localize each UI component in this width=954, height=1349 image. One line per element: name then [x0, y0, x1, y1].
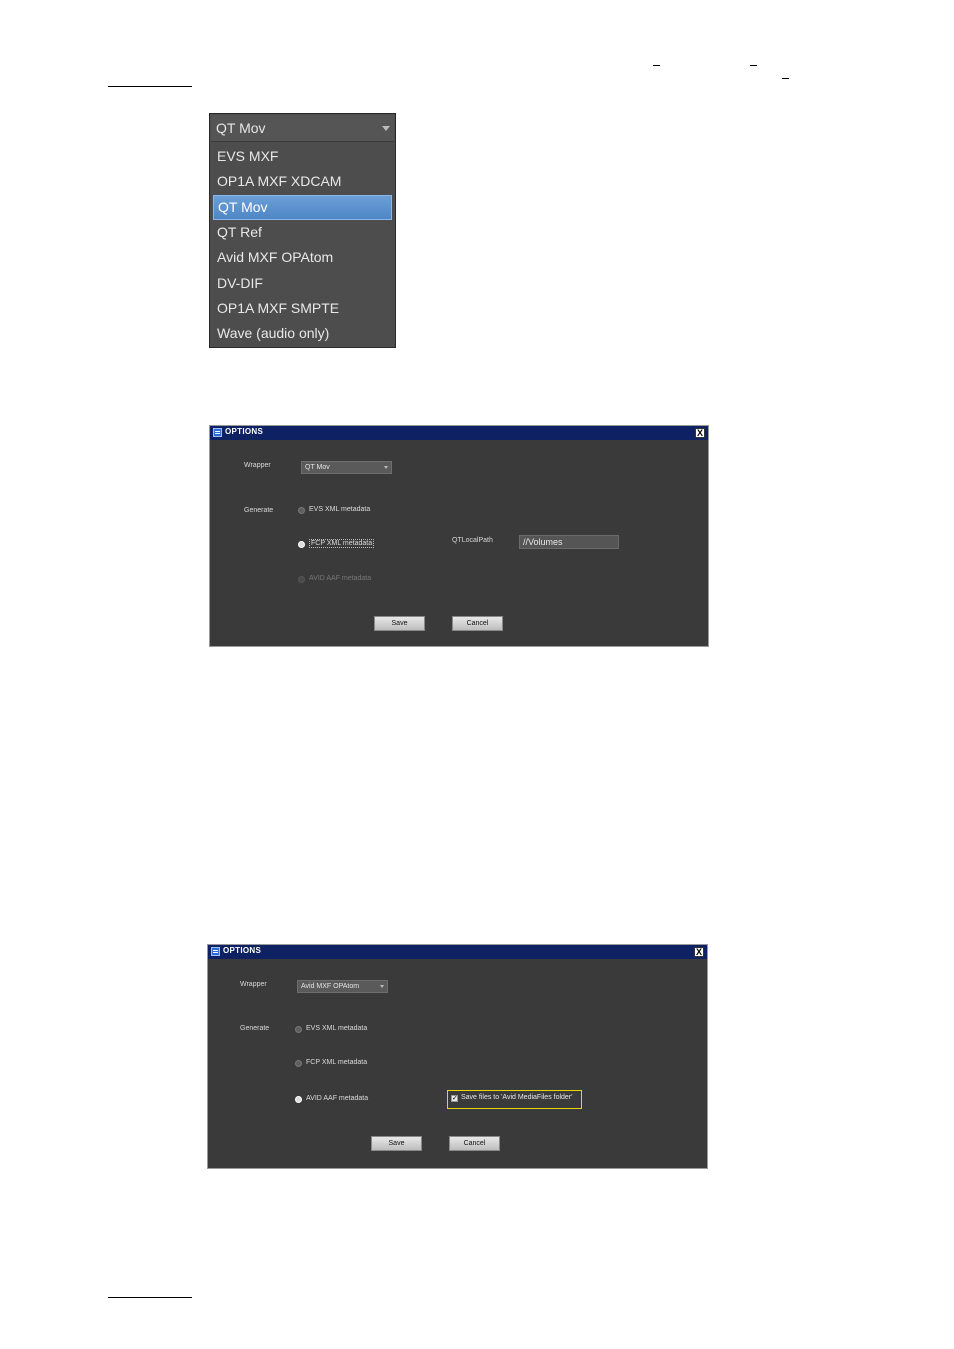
header-rule — [108, 86, 192, 87]
dropdown-item-avid-mxf-opatom[interactable]: Avid MXF OPAtom — [213, 245, 392, 270]
save-button[interactable]: Save — [371, 1136, 422, 1151]
footer-rule — [108, 1297, 192, 1298]
qtlocalpath-input[interactable]: //Volumes — [519, 535, 619, 549]
chevron-down-icon[interactable] — [382, 126, 390, 131]
header-dash — [782, 78, 789, 79]
generate-label: Generate — [240, 1025, 270, 1032]
dropdown-item-wave[interactable]: Wave (audio only) — [213, 321, 392, 346]
menu-icon[interactable] — [211, 947, 220, 956]
avid-mediafiles-checkbox[interactable]: ✓ Save files to 'Avid MediaFiles folder' — [447, 1090, 582, 1109]
dialog-title: OPTIONS — [225, 427, 264, 436]
radio-label: EVS XML metadata — [306, 1025, 368, 1032]
wrapper-dropdown[interactable]: QT Mov EVS MXF OP1A MXF XDCAM QT Mov QT … — [209, 113, 396, 348]
wrapper-select[interactable]: Avid MXF OPAtom — [297, 980, 388, 993]
dropdown-item-op1a-mxf-xdcam[interactable]: OP1A MXF XDCAM — [213, 169, 392, 194]
dropdown-selected-value: QT Mov — [216, 120, 266, 136]
dropdown-item-op1a-mxf-smpte[interactable]: OP1A MXF SMPTE — [213, 296, 392, 321]
radio-label: FCP XML metadata — [309, 539, 375, 548]
dropdown-item-dv-dif[interactable]: DV-DIF — [213, 271, 392, 296]
wrapper-label: Wrapper — [240, 981, 267, 988]
wrapper-select[interactable]: QT Mov — [301, 461, 392, 474]
radio-button[interactable] — [295, 1060, 302, 1067]
dropdown-header[interactable]: QT Mov — [211, 115, 394, 142]
dropdown-item-evs-mxf[interactable]: EVS MXF — [213, 144, 392, 169]
wrapper-select-value: Avid MXF OPAtom — [301, 983, 360, 990]
header-dash — [653, 65, 660, 66]
radio-button[interactable] — [298, 576, 305, 583]
dialog-titlebar: OPTIONS X — [210, 426, 708, 440]
checkbox-label: Save files to 'Avid MediaFiles folder' — [461, 1094, 573, 1101]
radio-label: AVID AAF metadata — [309, 575, 372, 582]
dialog-titlebar: OPTIONS X — [208, 945, 707, 959]
radio-button[interactable] — [298, 541, 305, 548]
wrapper-label: Wrapper — [244, 462, 271, 469]
cancel-button[interactable]: Cancel — [452, 616, 503, 631]
close-icon[interactable]: X — [694, 947, 704, 957]
menu-icon[interactable] — [213, 428, 222, 437]
generate-label: Generate — [244, 507, 274, 514]
radio-label: EVS XML metadata — [309, 506, 371, 513]
save-button[interactable]: Save — [374, 616, 425, 631]
chevron-down-icon — [380, 985, 384, 988]
cancel-button[interactable]: Cancel — [449, 1136, 500, 1151]
radio-label: AVID AAF metadata — [306, 1095, 369, 1102]
radio-button[interactable] — [295, 1026, 302, 1033]
radio-button[interactable] — [298, 507, 305, 514]
dialog-title: OPTIONS — [223, 946, 262, 955]
radio-label: FCP XML metadata — [306, 1059, 368, 1066]
dropdown-item-qt-ref[interactable]: QT Ref — [213, 220, 392, 245]
options-dialog-avid: OPTIONS X Wrapper Avid MXF OPAtom Genera… — [207, 944, 708, 1169]
close-icon[interactable]: X — [695, 428, 705, 438]
chevron-down-icon — [384, 466, 388, 469]
dropdown-item-qt-mov[interactable]: QT Mov — [213, 194, 392, 220]
options-dialog-qt: OPTIONS X Wrapper QT Mov Generate EVS XM… — [209, 425, 709, 647]
dropdown-list: EVS MXF OP1A MXF XDCAM QT Mov QT Ref Avi… — [213, 144, 392, 347]
qtlocalpath-label: QTLocalPath — [452, 537, 493, 544]
radio-button[interactable] — [295, 1096, 302, 1103]
checkbox[interactable]: ✓ — [451, 1095, 458, 1102]
wrapper-select-value: QT Mov — [305, 464, 330, 471]
header-dash — [750, 65, 757, 66]
